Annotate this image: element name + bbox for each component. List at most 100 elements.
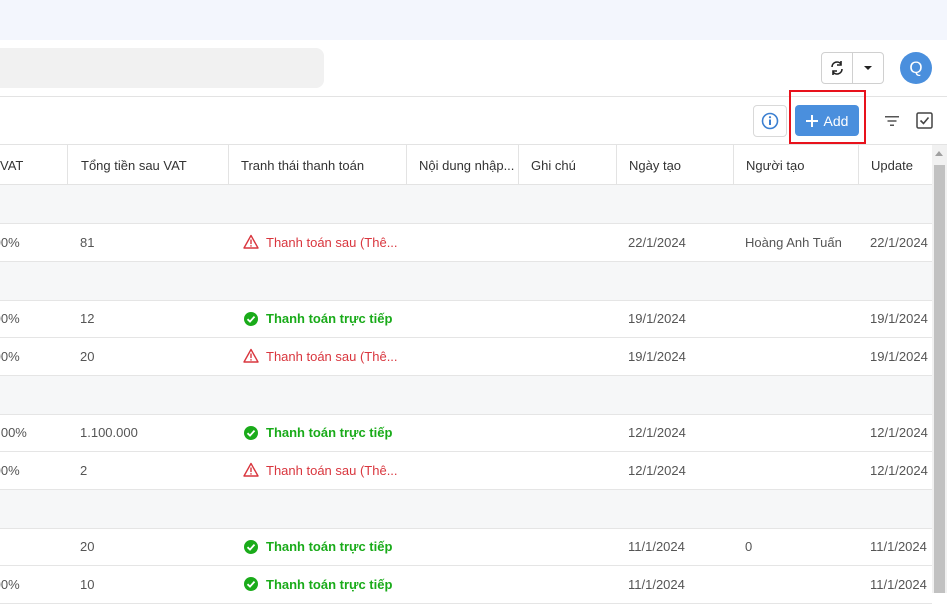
column-header-label: Nội dung nhập... xyxy=(419,157,515,173)
payment-status-label: Thanh toán trực tiếp xyxy=(266,576,393,592)
column-header-created-date[interactable]: Ngày tạo xyxy=(617,145,734,185)
cell-text: 11/1/2024 xyxy=(870,576,927,592)
cell-text: 20 xyxy=(80,539,95,555)
cell-text: 12/1/2024 xyxy=(628,462,686,478)
cell-text: Hoàng Anh Tuấn xyxy=(745,234,842,250)
app-header: Q xyxy=(0,40,947,97)
warning-icon xyxy=(243,235,259,249)
table-row[interactable]: ,00% 12 Thanh toán trực tiếp 19/1/2024 19/1/… xyxy=(0,301,932,338)
cell-text: 0,00% xyxy=(0,425,27,441)
group-row[interactable] xyxy=(0,261,932,301)
cell-total: 12 xyxy=(68,301,229,338)
group-row[interactable] xyxy=(0,185,932,224)
cell-text: 19/1/2024 xyxy=(870,348,928,364)
cell-creator: 0 xyxy=(734,529,859,566)
cell-status: Thanh toán trực tiếp xyxy=(229,566,407,603)
cell-update: 19/1/2024 xyxy=(859,301,932,338)
cell-status: Thanh toán sau (Thê... xyxy=(229,452,407,489)
cell-text: 20 xyxy=(80,348,95,364)
cell-creator xyxy=(734,415,859,452)
table-row[interactable]: 0,00% 1.100.000 Thanh toán trực tiếp 12/1/2… xyxy=(0,415,932,452)
cell-date: 12/1/2024 xyxy=(617,452,734,489)
data-table: VAT Tổng tiền sau VAT Tranh thái thanh t… xyxy=(0,145,932,604)
cell-date: 19/1/2024 xyxy=(617,338,734,375)
cell-text: 22/1/2024 xyxy=(870,234,928,250)
payment-status-label: Thanh toán trực tiếp xyxy=(266,311,393,327)
cell-update: 22/1/2024 xyxy=(859,224,932,261)
search-input[interactable] xyxy=(0,48,324,88)
highlight-box xyxy=(789,90,866,144)
cell-text: 12/1/2024 xyxy=(870,425,928,441)
cell-total: 20 xyxy=(68,338,229,375)
table-row[interactable]: ,00% 2 Thanh toán sau (Thê... 12/1/2024 12/1… xyxy=(0,452,932,490)
column-header-vat[interactable]: VAT xyxy=(0,145,68,185)
sync-button[interactable] xyxy=(822,53,854,83)
column-header-total[interactable]: Tổng tiền sau VAT xyxy=(68,145,229,185)
check-circle-icon xyxy=(244,577,258,592)
payment-status-label: Thanh toán sau (Thê... xyxy=(266,348,398,364)
column-header-label: Tổng tiền sau VAT xyxy=(81,157,187,173)
column-header-note[interactable]: Ghi chú xyxy=(519,145,617,185)
cell-vat: ,00% xyxy=(0,224,68,261)
cell-status: Thanh toán trực tiếp xyxy=(229,301,407,338)
column-header-update[interactable]: Update xyxy=(859,145,932,185)
cell-text: ,00% xyxy=(0,576,20,592)
vertical-scrollbar[interactable] xyxy=(932,145,947,593)
cell-total: 81 xyxy=(68,224,229,261)
check-circle-icon xyxy=(244,539,258,554)
cell-status: Thanh toán trực tiếp xyxy=(229,415,407,452)
column-header-label: Ngày tạo xyxy=(629,157,682,173)
table-row[interactable]: 20 Thanh toán trực tiếp 11/1/2024 0 11/1/202… xyxy=(0,529,932,566)
cell-vat: ,00% xyxy=(0,566,68,603)
cell-total: 1.100.000 xyxy=(68,415,229,452)
cell-text: ,00% xyxy=(0,234,20,250)
cell-date: 11/1/2024 xyxy=(617,529,734,566)
select-columns-icon[interactable] xyxy=(916,112,933,129)
group-row[interactable] xyxy=(0,489,932,529)
cell-creator xyxy=(734,452,859,489)
cell-text: 19/1/2024 xyxy=(870,311,928,327)
sync-dropdown-button[interactable] xyxy=(853,53,883,83)
caret-down-icon xyxy=(864,66,873,70)
payment-status-label: Thanh toán trực tiếp xyxy=(266,425,393,441)
table-row[interactable]: ,00% 20 Thanh toán sau (Thê... 19/1/2024 19/… xyxy=(0,338,932,376)
check-circle-icon xyxy=(244,425,258,440)
cell-text: ,00% xyxy=(0,462,20,478)
cell-date: 19/1/2024 xyxy=(617,301,734,338)
cell-update: 19/1/2024 xyxy=(859,338,932,375)
scroll-up-arrow-icon[interactable] xyxy=(935,151,943,156)
cell-text: 11/1/2024 xyxy=(628,539,685,555)
table-row[interactable]: ,00% 10 Thanh toán trực tiếp 11/1/2024 11/1/… xyxy=(0,566,932,604)
cell-date: 12/1/2024 xyxy=(617,415,734,452)
cell-text: 10 xyxy=(80,576,95,592)
cell-creator xyxy=(734,566,859,603)
cell-status: Thanh toán trực tiếp xyxy=(229,529,407,566)
table-row[interactable]: ,00% 81 Thanh toán sau (Thê... 22/1/2024 Hoà… xyxy=(0,224,932,262)
column-header-creator[interactable]: Người tạo xyxy=(734,145,859,185)
cell-text: ,00% xyxy=(0,311,20,327)
column-header-payment-status[interactable]: Tranh thái thanh toán xyxy=(229,145,407,185)
column-header-label: Tranh thái thanh toán xyxy=(241,157,365,173)
table-header-row: VAT Tổng tiền sau VAT Tranh thái thanh t… xyxy=(0,145,932,185)
cell-update: 12/1/2024 xyxy=(859,415,932,452)
cell-total: 2 xyxy=(68,452,229,489)
cell-text: 22/1/2024 xyxy=(628,234,686,250)
payment-status-label: Thanh toán sau (Thê... xyxy=(266,462,398,478)
group-row[interactable] xyxy=(0,375,932,415)
scroll-thumb[interactable] xyxy=(934,165,945,593)
avatar[interactable]: Q xyxy=(900,52,932,84)
toolbar: Add xyxy=(0,90,947,145)
info-icon xyxy=(761,112,779,130)
filter-icon[interactable] xyxy=(884,113,900,129)
cell-vat: ,00% xyxy=(0,452,68,489)
column-header-label: Update xyxy=(871,157,913,173)
cell-status: Thanh toán sau (Thê... xyxy=(229,338,407,375)
column-header-content[interactable]: Nội dung nhập... xyxy=(407,145,519,185)
table-body: ,00% 81 Thanh toán sau (Thê... 22/1/2024 Hoà… xyxy=(0,185,932,604)
cell-text: 1.100.000 xyxy=(80,425,138,441)
cell-creator xyxy=(734,338,859,375)
cell-status: Thanh toán sau (Thê... xyxy=(229,224,407,261)
cell-date: 11/1/2024 xyxy=(617,566,734,603)
info-button[interactable] xyxy=(753,105,787,137)
cell-text: 2 xyxy=(80,462,88,478)
